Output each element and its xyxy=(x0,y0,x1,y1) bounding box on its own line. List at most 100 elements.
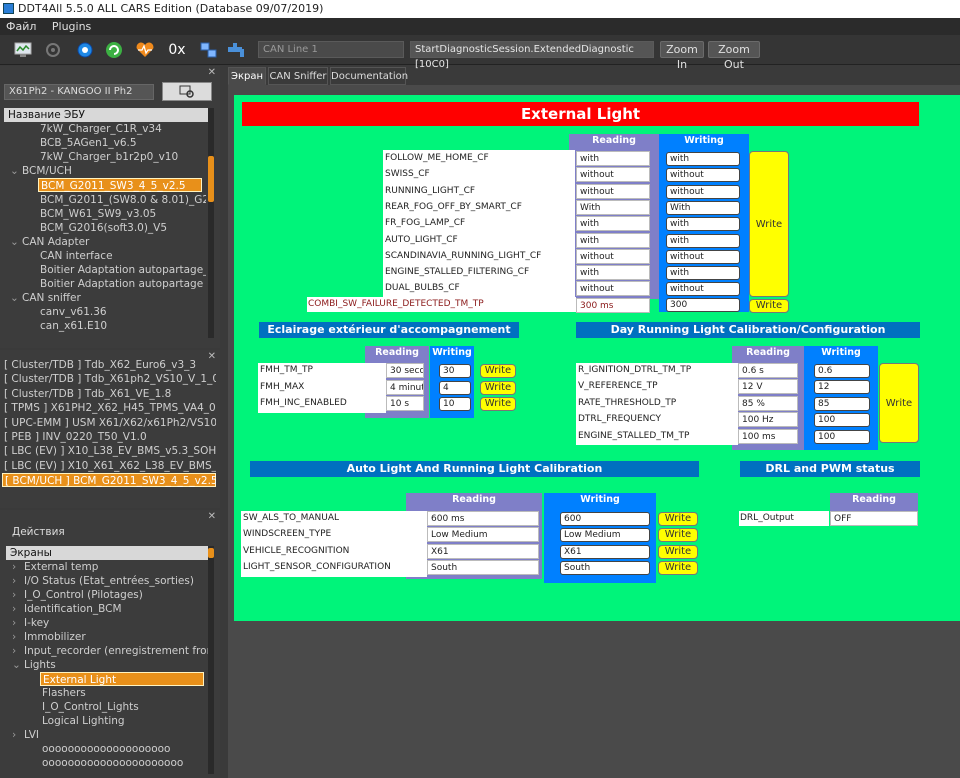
screens-tree-item[interactable]: › LVI xyxy=(12,728,39,742)
ecu-list-item[interactable]: [ PEB ] INV_0220_T50_V1.0 xyxy=(2,430,216,444)
screens-tree-item[interactable]: › I_O_Control (Pilotages) xyxy=(12,588,143,602)
session-combo[interactable]: StartDiagnosticSession.ExtendedDiagnosti… xyxy=(410,41,654,70)
hex-counter[interactable]: 0x xyxy=(166,39,188,61)
chevron-right-icon[interactable]: › xyxy=(12,644,24,658)
write-button[interactable]: Write xyxy=(749,299,789,313)
param-write-input[interactable]: without xyxy=(666,168,740,183)
ecu-list-item[interactable]: [ Cluster/TDB ] Tdb_X61ph2_VS10_V_1_03b xyxy=(2,372,216,386)
ecu-tree-item[interactable]: 7kW_Charger_C1R_v34 xyxy=(40,122,162,136)
refresh-icon[interactable] xyxy=(103,39,125,61)
ecu-list-item[interactable]: [ LBC (EV) ] X10_X61_X62_L38_EV_BMS_v6.3… xyxy=(2,459,216,473)
ecu-list-item[interactable]: [ Cluster/TDB ] Tdb_X62_Euro6_v3_3 xyxy=(2,358,216,372)
screens-tree-item[interactable]: › External temp xyxy=(12,560,98,574)
close-icon[interactable]: ✕ xyxy=(208,67,216,78)
ecu-tree-item[interactable]: can_x61.E10 xyxy=(40,319,107,333)
chevron-down-icon[interactable]: ⌄ xyxy=(10,164,22,178)
ecu-list-item[interactable]: [ BCM/UCH ] BCM_G2011_SW3_4_5_v2.5 xyxy=(2,473,216,488)
screens-tree-item[interactable]: oooooooooooooooooooooo xyxy=(42,756,183,770)
zoom-in-button[interactable]: Zoom In xyxy=(660,41,704,71)
chevron-right-icon[interactable]: › xyxy=(12,630,24,644)
chevron-right-icon[interactable]: › xyxy=(12,728,24,742)
param-write-input[interactable]: With xyxy=(666,200,740,215)
screens-scrollbar[interactable] xyxy=(208,546,214,774)
param-write-input[interactable]: 4 xyxy=(439,380,471,395)
screens-tree-item[interactable]: ⌄ Lights xyxy=(12,658,56,672)
ecu-list-item[interactable]: [ UPC-EMM ] USM X61/X62/x61Ph2/VS10 SWC1… xyxy=(2,416,216,430)
screens-tree-item[interactable]: I_O_Control_Lights xyxy=(42,700,139,714)
ecu-list-item[interactable]: [ TPMS ] X61PH2_X62_H45_TPMS_VA4_05 xyxy=(2,401,216,415)
write-button[interactable]: Write xyxy=(658,560,698,575)
param-write-input[interactable]: 0.6 xyxy=(814,364,870,378)
param-write-input[interactable]: 600 xyxy=(560,512,650,526)
connect-icon[interactable] xyxy=(198,39,220,61)
screens-tree-item[interactable]: › Input_recorder (enregistrement fronts) xyxy=(12,644,208,658)
param-write-input[interactable]: 300 xyxy=(666,298,740,312)
chevron-down-icon[interactable]: ⌄ xyxy=(12,658,24,672)
param-write-input[interactable]: with xyxy=(666,152,740,166)
write-button[interactable]: Write xyxy=(749,151,789,297)
heartbeat-icon[interactable] xyxy=(134,39,156,61)
write-button[interactable]: Write xyxy=(658,544,698,559)
ecu-tree-item[interactable]: BCM_W61_SW9_v3.05 xyxy=(40,207,156,221)
ecu-tree-item[interactable]: BCM_G2011_(SW8.0 & 8.01)_G2016_V6 xyxy=(40,193,206,207)
tab-screen[interactable]: Экран xyxy=(228,67,266,85)
chevron-right-icon[interactable]: › xyxy=(12,616,24,630)
screens-tree-item[interactable]: Logical Lighting xyxy=(42,714,125,728)
write-button[interactable]: Write xyxy=(658,528,698,543)
ecu-tree-item[interactable]: canv_v61.36 xyxy=(40,305,107,319)
chevron-right-icon[interactable]: › xyxy=(12,602,24,616)
ecu-tree-item[interactable]: ⌄ CAN sniffer xyxy=(10,291,81,305)
write-button[interactable]: Write xyxy=(658,512,698,526)
ecu-list-item[interactable]: [ Cluster/TDB ] Tdb_X61_VE_1.8 xyxy=(2,387,216,401)
screens-tree-item[interactable]: › Identification_BCM xyxy=(12,602,122,616)
close-icon[interactable]: ✕ xyxy=(208,511,216,522)
write-button[interactable]: Write xyxy=(480,397,516,411)
param-write-input[interactable]: 12 xyxy=(814,380,870,395)
ecu-tree-item[interactable]: BCM_G2011_SW3_4_5_v2.5 xyxy=(38,178,202,193)
param-write-input[interactable]: South xyxy=(560,560,650,575)
ecu-tree-item[interactable]: 7kW_Charger_b1r2p0_v10 xyxy=(40,150,178,164)
ecu-list-item[interactable]: [ LBC (EV) ] X10_L38_EV_BMS_v5.3_SOHE xyxy=(2,444,216,458)
param-write-input[interactable]: 10 xyxy=(439,397,471,411)
param-write-input[interactable]: 85 xyxy=(814,396,870,411)
tab-can-sniffer[interactable]: CAN Sniffer xyxy=(268,67,328,85)
can-line-combo[interactable]: CAN Line 1 xyxy=(258,41,404,58)
ecu-tree-item[interactable]: CAN interface xyxy=(40,249,113,263)
param-write-input[interactable]: without xyxy=(666,282,740,297)
param-write-input[interactable]: without xyxy=(666,249,740,264)
param-write-input[interactable]: 100 xyxy=(814,429,870,444)
screens-tree-item[interactable]: › I/O Status (Etat_entrées_sorties) xyxy=(12,574,194,588)
write-button[interactable]: Write xyxy=(480,364,516,378)
param-write-input[interactable]: Low Medium xyxy=(560,528,650,543)
tap-icon[interactable] xyxy=(226,39,248,61)
ecu-tree-scrollbar[interactable] xyxy=(208,108,214,338)
gear-icon[interactable] xyxy=(74,39,96,61)
param-write-input[interactable]: with xyxy=(666,217,740,232)
screens-tree-item[interactable]: External Light xyxy=(40,672,204,686)
write-button[interactable]: Write xyxy=(480,380,516,395)
param-write-input[interactable]: 30 xyxy=(439,364,471,378)
param-write-input[interactable]: with xyxy=(666,266,740,281)
sniffer-icon[interactable] xyxy=(42,39,64,61)
search-ecu-button[interactable] xyxy=(162,82,212,101)
write-button[interactable]: Write xyxy=(879,363,919,443)
ecu-tree-item[interactable]: Boitier Adaptation autopartage_V1.1.2 xyxy=(40,263,206,277)
monitor-icon[interactable] xyxy=(12,39,34,61)
tab-documentation[interactable]: Documentation xyxy=(330,67,408,85)
ecu-tree-item[interactable]: Boitier Adaptation autopartage xyxy=(40,277,203,291)
chevron-down-icon[interactable]: ⌄ xyxy=(10,291,22,305)
chevron-right-icon[interactable]: › xyxy=(12,574,24,588)
menu-plugins[interactable]: Plugins xyxy=(46,18,97,35)
zoom-out-button[interactable]: Zoom Out xyxy=(708,41,760,71)
ecu-tree-item[interactable]: BCM_G2016(soft3.0)_V5 xyxy=(40,221,167,235)
screens-tree-item[interactable]: › Immobilizer xyxy=(12,630,86,644)
param-write-input[interactable]: with xyxy=(666,233,740,248)
ecu-tree-item[interactable]: BCB_5AGen1_v6.5 xyxy=(40,136,137,150)
screens-tree-item[interactable]: › I-key xyxy=(12,616,49,630)
param-write-input[interactable]: without xyxy=(666,184,740,199)
chevron-right-icon[interactable]: › xyxy=(12,588,24,602)
ecu-tree-item[interactable]: ⌄ CAN Adapter xyxy=(10,235,89,249)
param-write-input[interactable]: 100 xyxy=(814,413,870,428)
screens-tree-item[interactable]: oooooooooooooooooooo xyxy=(42,742,170,756)
vehicle-combo[interactable]: X61Ph2 - KANGOO II Ph2 xyxy=(4,84,154,100)
